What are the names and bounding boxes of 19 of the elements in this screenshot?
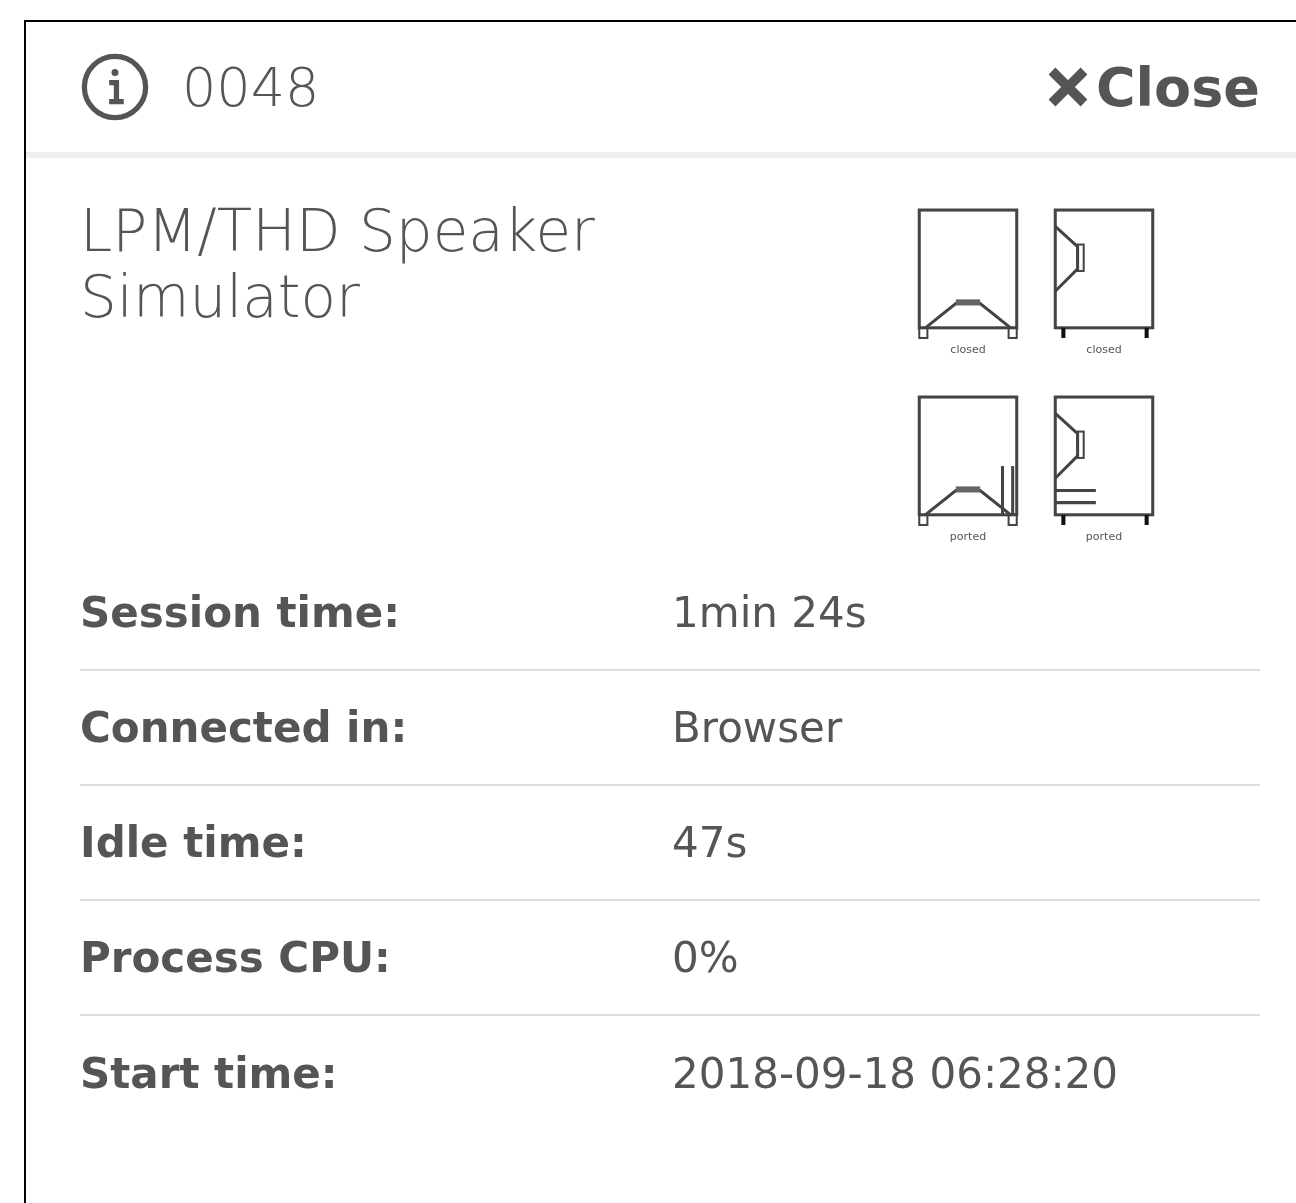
close-button[interactable]: Close (1048, 46, 1260, 128)
detail-label: Connected in: (80, 702, 409, 754)
detail-label: Idle time: (80, 817, 308, 869)
info-icon (80, 52, 150, 122)
detail-value: 1min 24s (672, 587, 867, 639)
detail-value: 2018-09-18 06:28:20 (672, 1048, 1119, 1100)
detail-value: 47s (672, 817, 748, 869)
detail-value: Browser (672, 702, 843, 754)
detail-label: Start time: (80, 1048, 339, 1100)
diagram-caption: closed (1086, 344, 1122, 355)
detail-label: Process CPU: (80, 932, 392, 984)
app-title: LPM/THD Speaker Simulator (80, 198, 596, 333)
diagram-caption: closed (950, 344, 986, 355)
close-icon (1048, 67, 1088, 107)
session-id: 0048 (182, 54, 320, 121)
diagram-caption: ported (949, 531, 987, 542)
detail-label: Session time: (80, 587, 402, 639)
detail-value: 0% (672, 932, 739, 984)
diagram-caption: ported (1085, 531, 1123, 542)
